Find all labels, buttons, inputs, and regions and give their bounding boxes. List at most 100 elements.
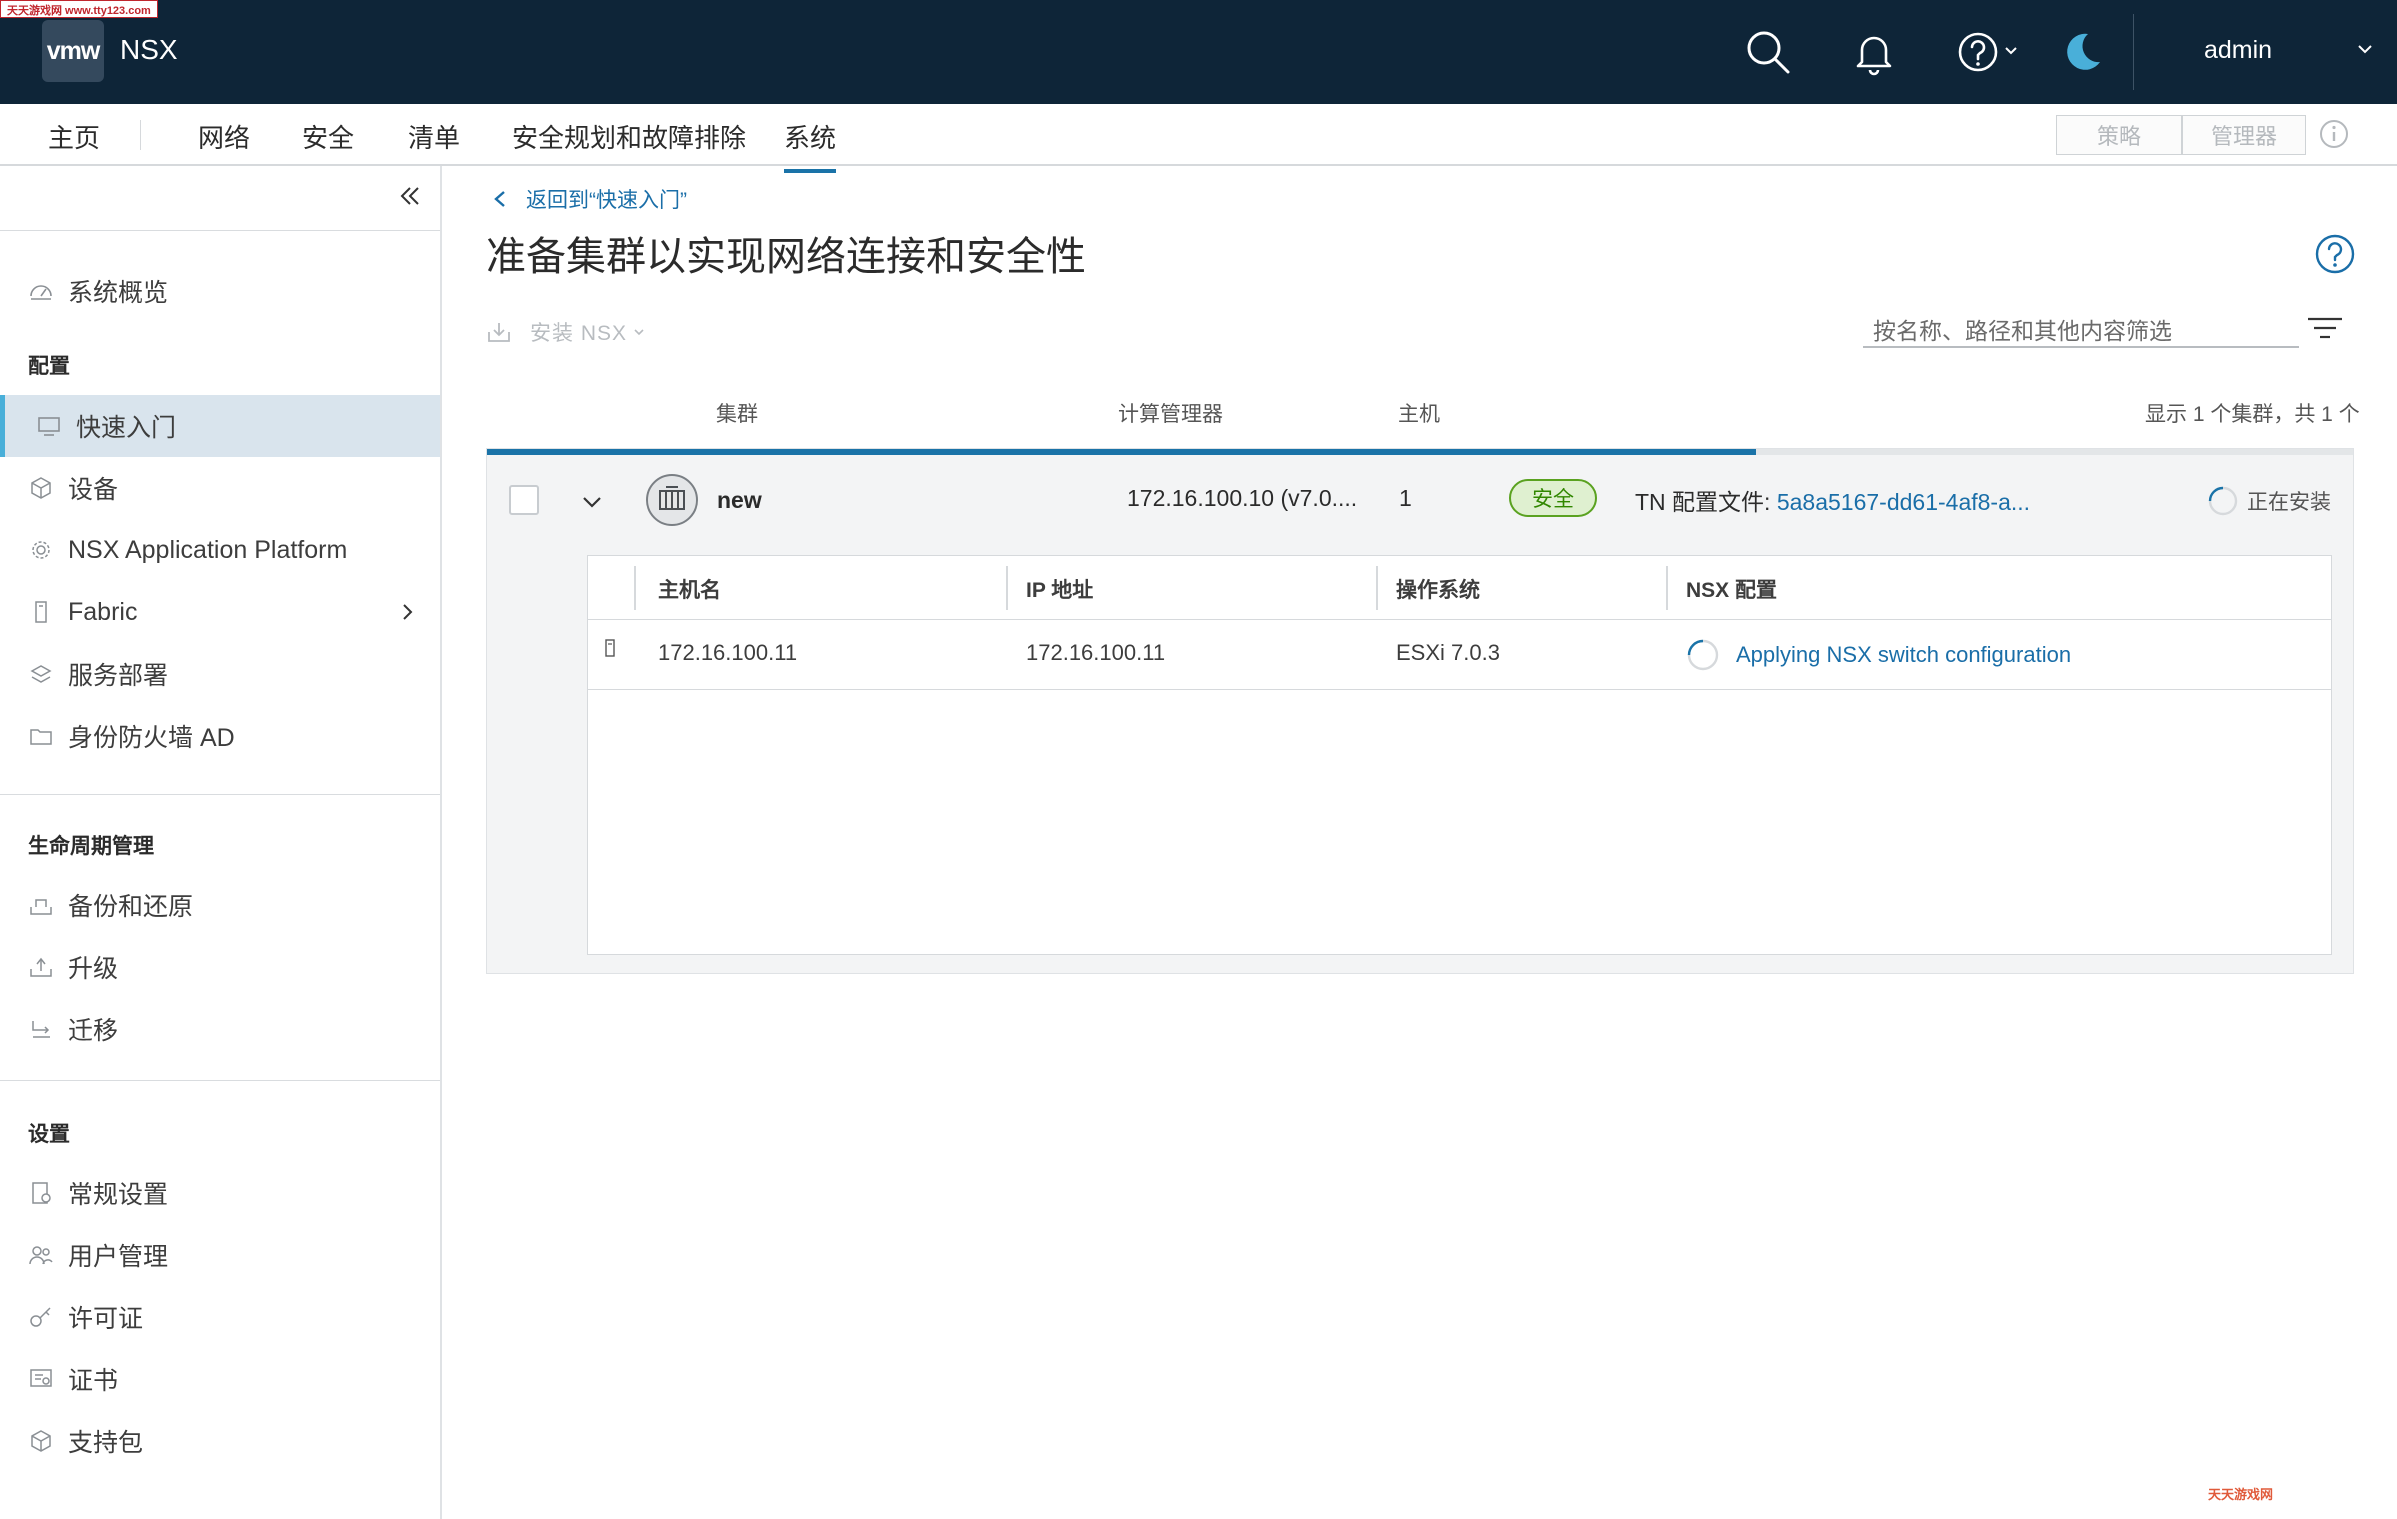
info-icon[interactable] xyxy=(2318,118,2350,150)
section-settings-heading: 设置 xyxy=(28,1123,70,1146)
double-chevron-left-icon[interactable] xyxy=(398,184,422,208)
user-menu[interactable]: admin xyxy=(2204,36,2272,65)
filter-input[interactable]: 按名称、路径和其他内容筛选 xyxy=(1863,304,2299,348)
manager-mode-button[interactable]: 管理器 xyxy=(2182,115,2306,155)
nav-divider xyxy=(140,120,141,150)
sidebar-item-nsx-application-platform[interactable]: NSX Application Platform xyxy=(0,519,440,581)
sidebar-item-label: 支持包 xyxy=(68,1429,144,1457)
column-divider xyxy=(1376,566,1378,610)
host-col-hostname[interactable]: 主机名 xyxy=(658,574,721,604)
column-header-cluster[interactable]: 集群 xyxy=(716,398,758,428)
sidebar-item-label: Fabric xyxy=(68,597,138,626)
column-divider xyxy=(1666,566,1668,610)
sidebar-item-certificates[interactable]: 证书 xyxy=(0,1348,440,1410)
monitor-icon xyxy=(38,417,60,436)
help-icon[interactable] xyxy=(1956,28,2004,76)
sidebar-item-user-management[interactable]: 用户管理 xyxy=(0,1224,440,1286)
host-nsx-config-label: Applying NSX switch configuration xyxy=(1736,642,2072,667)
column-divider xyxy=(634,566,636,610)
sidebar-item-label: 证书 xyxy=(68,1367,119,1395)
sidebar-item-label: 服务部署 xyxy=(68,662,169,690)
host-nsx-config[interactable]: Applying NSX switch configuration xyxy=(1686,638,2071,672)
host-os: ESXi 7.0.3 xyxy=(1396,640,1500,665)
column-header-compute-manager[interactable]: 计算管理器 xyxy=(1118,398,1223,428)
users-icon xyxy=(29,1246,53,1265)
chevron-down-icon[interactable] xyxy=(2004,44,2018,58)
vmware-logo: vmw xyxy=(42,20,104,82)
page-title: 准备集群以实现网络连接和安全性 xyxy=(486,235,1086,279)
chevron-down-icon[interactable] xyxy=(2356,40,2374,58)
sidebar-item-overview[interactable]: 系统概览 xyxy=(0,260,440,322)
tn-profile-label: TN 配置文件: xyxy=(1635,489,1771,515)
sidebar-item-label: 常规设置 xyxy=(68,1181,169,1209)
sidebar-item-identity-firewall-ad[interactable]: 身份防火墙 AD xyxy=(0,705,440,767)
main-nav: 主页 网络 安全 清单 安全规划和故障排除 系统 策略 管理器 xyxy=(0,104,2397,173)
sidebar-item-label: 升级 xyxy=(68,955,119,983)
sidebar: 系统概览 配置 快速入门 设备 NSX Application Platform… xyxy=(0,166,442,1519)
spinner-icon xyxy=(2208,486,2238,516)
chevron-down-icon[interactable] xyxy=(581,493,603,511)
filter-icon[interactable] xyxy=(2306,314,2344,342)
sidebar-item-label: 备份和还原 xyxy=(68,893,194,921)
row-checkbox[interactable] xyxy=(509,485,539,515)
host-col-nsx-config[interactable]: NSX 配置 xyxy=(1686,574,1777,604)
moon-icon[interactable] xyxy=(2058,28,2106,76)
header-divider xyxy=(2133,14,2134,90)
sidebar-item-appliances[interactable]: 设备 xyxy=(0,457,440,519)
back-to-quickstart-link[interactable]: 返回到“快速入门” xyxy=(492,184,687,214)
site-watermark: 天天游戏网 www.tty123.com xyxy=(0,0,158,18)
section-lifecycle-heading: 生命周期管理 xyxy=(28,835,154,858)
key-icon xyxy=(30,1307,51,1327)
install-nsx-label: 安装 NSX xyxy=(530,322,628,345)
column-header-hosts[interactable]: 主机 xyxy=(1398,398,1440,428)
sidebar-item-migrate[interactable]: 迁移 xyxy=(0,998,440,1060)
policy-mode-button[interactable]: 策略 xyxy=(2056,115,2182,155)
install-progress-track xyxy=(487,449,2353,455)
settings-doc-icon xyxy=(32,1182,51,1204)
bell-icon[interactable] xyxy=(1850,28,1898,76)
security-badge: 安全 xyxy=(1509,479,1597,517)
install-nsx-button[interactable]: 安装 NSX xyxy=(486,317,645,347)
back-link-label: 返回到“快速入门” xyxy=(526,189,687,212)
product-name: NSX xyxy=(120,34,178,65)
gear-icon xyxy=(32,541,50,559)
nav-inventory[interactable]: 清单 xyxy=(408,118,460,169)
section-config-heading: 配置 xyxy=(28,355,70,378)
cluster-grid: new 172.16.100.10 (v7.0.... 1 安全 TN 配置文件… xyxy=(486,448,2354,974)
nav-plan-troubleshoot[interactable]: 安全规划和故障排除 xyxy=(512,118,746,169)
download-icon xyxy=(488,323,510,342)
nav-system[interactable]: 系统 xyxy=(784,118,837,173)
sidebar-divider xyxy=(0,794,440,795)
sidebar-item-licenses[interactable]: 许可证 xyxy=(0,1286,440,1348)
nav-home[interactable]: 主页 xyxy=(48,118,100,169)
help-icon[interactable] xyxy=(2314,233,2356,275)
sidebar-item-support-bundle[interactable]: 支持包 xyxy=(0,1410,440,1472)
host-table-header: 主机名 IP 地址 操作系统 NSX 配置 xyxy=(588,556,2331,620)
tn-profile-link[interactable]: 5a8a5167-dd61-4af8-a... xyxy=(1777,489,2030,515)
sidebar-item-backup-restore[interactable]: 备份和还原 xyxy=(0,874,440,936)
sidebar-item-general-settings[interactable]: 常规设置 xyxy=(0,1162,440,1224)
package-icon xyxy=(31,1430,51,1452)
host-col-ip[interactable]: IP 地址 xyxy=(1026,574,1093,604)
certificate-icon xyxy=(30,1369,52,1387)
cube-icon xyxy=(31,477,51,499)
migrate-icon xyxy=(32,1021,50,1038)
nav-networking[interactable]: 网络 xyxy=(198,118,250,169)
nav-security[interactable]: 安全 xyxy=(302,118,354,169)
search-icon[interactable] xyxy=(1744,28,1792,76)
sidebar-item-quickstart[interactable]: 快速入门 xyxy=(0,395,440,457)
install-progress-bar xyxy=(487,449,1756,455)
compute-manager-value: 172.16.100.10 (v7.0.... xyxy=(1127,485,1358,511)
sidebar-item-label: 身份防火墙 AD xyxy=(68,724,235,752)
host-count: 1 xyxy=(1399,485,1412,511)
host-table: 主机名 IP 地址 操作系统 NSX 配置 172.16.100.11 172.… xyxy=(587,555,2332,955)
sidebar-item-label: 许可证 xyxy=(68,1305,144,1333)
host-col-os[interactable]: 操作系统 xyxy=(1396,574,1480,604)
host-icon xyxy=(605,639,615,657)
sidebar-item-fabric[interactable]: Fabric xyxy=(0,581,440,643)
sidebar-item-upgrade[interactable]: 升级 xyxy=(0,936,440,998)
table-row[interactable]: 172.16.100.11 172.16.100.11 ESXi 7.0.3 A… xyxy=(588,620,2331,690)
cluster-name[interactable]: new xyxy=(717,487,762,514)
result-count: 显示 1 个集群，共 1 个 xyxy=(2145,403,2360,426)
sidebar-item-service-deployments[interactable]: 服务部署 xyxy=(0,643,440,705)
